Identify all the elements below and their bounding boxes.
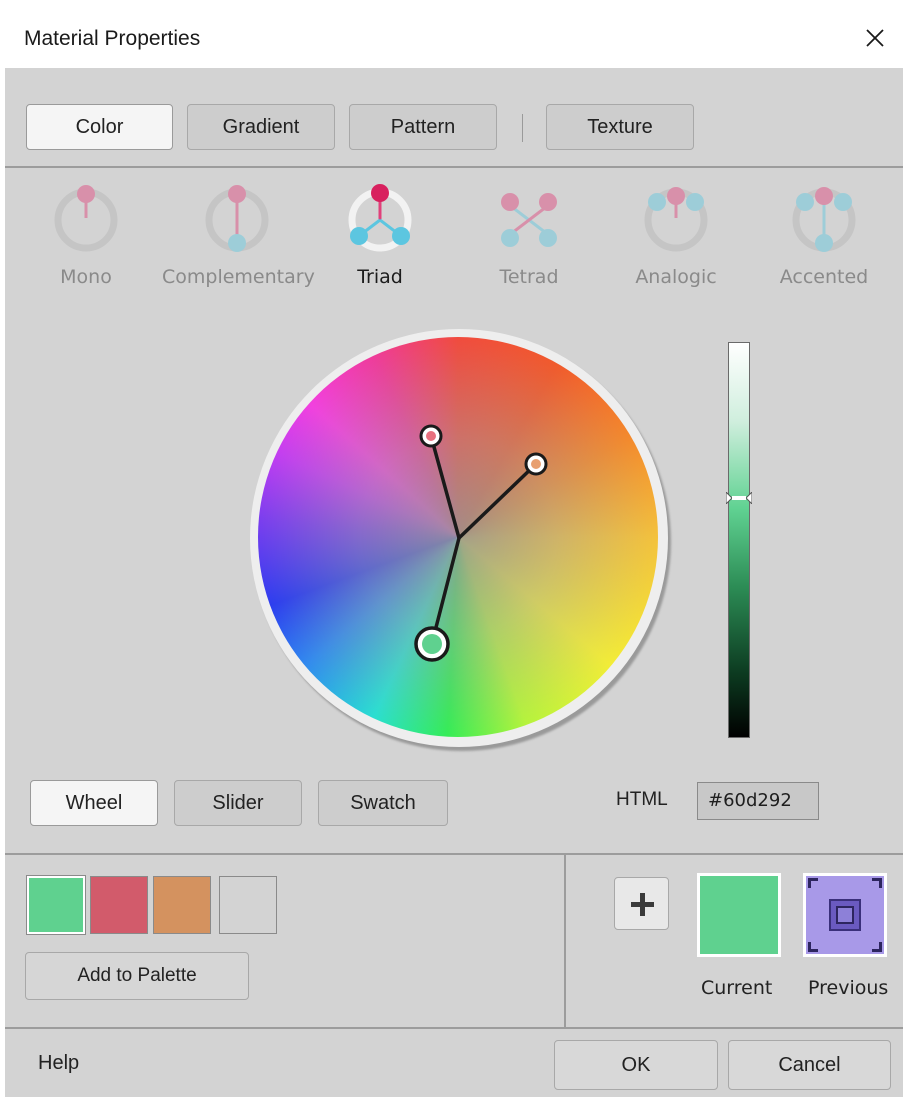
picker-divider: [5, 853, 903, 855]
mono-harmony-icon: [54, 185, 118, 252]
mode-wheel-button[interactable]: Wheel: [30, 780, 158, 826]
scheme-analogic[interactable]: Analogic: [601, 180, 751, 300]
html-color-label: HTML: [616, 789, 668, 810]
scheme-complementary[interactable]: Complementary: [162, 180, 315, 300]
brightness-track: [728, 342, 750, 738]
palette-divider: [564, 854, 566, 1028]
tabs-divider: [5, 166, 903, 168]
add-color-button[interactable]: [614, 877, 669, 930]
scheme-label-tetrad: Tetrad: [499, 266, 559, 288]
tab-color[interactable]: Color: [26, 104, 173, 150]
scheme-mono[interactable]: Mono: [11, 180, 161, 300]
tab-texture[interactable]: Texture: [546, 104, 694, 150]
scheme-label-analogic: Analogic: [635, 266, 717, 288]
help-link[interactable]: Help: [38, 1052, 79, 1075]
triad-handle-orange[interactable]: [524, 452, 548, 476]
scheme-triad[interactable]: Triad: [305, 180, 455, 300]
dialog-title: Material Properties: [24, 27, 201, 50]
triad-harmony-icon: [348, 184, 412, 252]
mode-slider-button[interactable]: Slider: [174, 780, 302, 826]
cancel-button[interactable]: Cancel: [728, 1040, 891, 1090]
scheme-label-triad: Triad: [357, 266, 403, 288]
scheme-accented[interactable]: Accented: [749, 180, 899, 300]
palette-swatch-empty[interactable]: [219, 876, 277, 934]
plus-icon: [631, 893, 654, 916]
accented-harmony-icon: [792, 187, 856, 252]
palette-swatch-2[interactable]: [90, 876, 148, 934]
scheme-label-complementary: Complementary: [162, 266, 315, 288]
tab-gradient[interactable]: Gradient: [187, 104, 335, 150]
texture-preview-icon: [808, 878, 882, 952]
ok-button[interactable]: OK: [554, 1040, 718, 1090]
scheme-label-accented: Accented: [779, 266, 869, 288]
html-color-input[interactable]: #60d292: [697, 782, 819, 820]
current-color-swatch: [697, 873, 781, 957]
palette-swatch-1[interactable]: [26, 875, 86, 935]
palette-swatch-3[interactable]: [153, 876, 211, 934]
tab-pattern[interactable]: Pattern: [349, 104, 497, 150]
previous-color-swatch[interactable]: [803, 873, 887, 957]
previous-color-label: Previous: [808, 977, 889, 999]
complementary-harmony-icon: [205, 185, 269, 252]
scheme-tetrad[interactable]: Tetrad: [454, 180, 604, 300]
tab-separator: [522, 114, 523, 142]
add-to-palette-button[interactable]: Add to Palette: [25, 952, 249, 1000]
color-wheel[interactable]: [248, 327, 670, 749]
close-icon: [866, 29, 884, 47]
mode-swatch-button[interactable]: Swatch: [318, 780, 448, 826]
footer-divider: [5, 1027, 903, 1029]
scheme-label-mono: Mono: [60, 266, 112, 288]
color-wheel-handles: [414, 424, 548, 662]
title-bar: Material Properties: [0, 0, 903, 68]
triad-handle-red[interactable]: [419, 424, 443, 448]
analogic-harmony-icon: [644, 187, 708, 252]
triad-handle-primary[interactable]: [414, 626, 450, 662]
brightness-thumb[interactable]: [726, 492, 752, 504]
close-button[interactable]: [855, 18, 895, 58]
tetrad-harmony-icon: [501, 193, 557, 247]
brightness-slider[interactable]: [726, 342, 752, 738]
current-color-label: Current: [701, 977, 773, 999]
